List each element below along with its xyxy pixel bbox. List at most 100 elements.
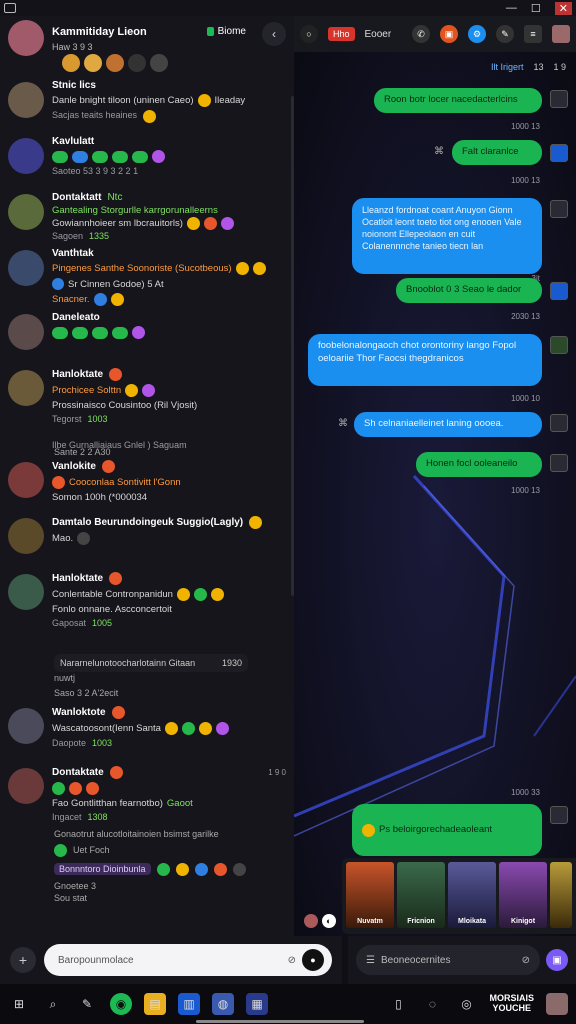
- contact-preview: Cooconlaa Sontivitt l'Gonn: [69, 477, 181, 488]
- reaction-row: [52, 150, 286, 163]
- contact-time: 1 9 0: [268, 768, 286, 777]
- format-icon[interactable]: ☰: [366, 955, 375, 966]
- sticker-thumbnail[interactable]: [550, 862, 572, 928]
- message-avatar: [550, 454, 568, 472]
- settings-icon[interactable]: ⚙: [468, 25, 486, 43]
- mic-icon[interactable]: ●: [302, 949, 324, 971]
- profile-name: Kammitiday Lieon: [52, 26, 147, 38]
- avatar: [8, 708, 44, 744]
- message-bubble[interactable]: Lleanzd fordnoat coant Anuyon Gionn Ocat…: [352, 198, 542, 274]
- chat-app-icon[interactable]: ◉: [110, 993, 132, 1015]
- store-app-icon[interactable]: ▥: [178, 993, 200, 1015]
- footer-tag[interactable]: Bonnntoro Dioinbunla: [54, 863, 151, 875]
- system-tray-label[interactable]: MORSIAIS YOUCHE: [489, 993, 534, 1014]
- live-badge[interactable]: Hho: [328, 27, 355, 41]
- footer-tag-row: Bonnntoro Dioinbunla: [0, 858, 294, 880]
- read-receipt-icon: ◐: [322, 914, 336, 928]
- contact-meta: Sagoen: [52, 231, 84, 241]
- send-icon[interactable]: ▣: [546, 949, 568, 971]
- left-input-placeholder: Baropounmolace: [58, 954, 134, 966]
- sticker-thumbnail[interactable]: Fricnion: [397, 862, 445, 928]
- contact-item[interactable]: Damtalo Beurundoingeuk Suggio(Lagly) Mao…: [0, 516, 294, 572]
- attach-icon[interactable]: ⊘: [288, 955, 296, 966]
- left-message-input[interactable]: Baropounmolace ⊘ ●: [44, 944, 332, 976]
- emoji-icon: [193, 588, 207, 601]
- right-composer: ☰ Beoneocernites ⊘ ▣: [348, 936, 576, 984]
- message-avatar: [550, 90, 568, 108]
- profile-avatar[interactable]: [8, 20, 44, 56]
- message-bubble[interactable]: Ps beloirgorechadeaoleant: [352, 804, 542, 856]
- contact-item[interactable]: Wanloktote Wascatoosont(Ienn Santa Daopo…: [0, 706, 294, 766]
- contact-preview: Prochicee Solttn: [52, 385, 122, 396]
- emoji-icon: [203, 217, 217, 230]
- contact-item[interactable]: Stnic lics Danle bnight tiloon (uninen C…: [0, 80, 294, 136]
- chat-link[interactable]: Ilt Irigert: [491, 62, 524, 72]
- message-bubble[interactable]: Bnooblot 0 3 Seao le dador: [396, 278, 542, 303]
- contact-name: Kavlulatt: [52, 136, 95, 147]
- message-bubble[interactable]: foobelonalongaoch chot orontoriny lango …: [308, 334, 542, 386]
- chat-avatar[interactable]: [552, 25, 570, 43]
- files-icon[interactable]: ▤: [144, 993, 166, 1015]
- reaction-icon: [52, 326, 68, 339]
- message-bubble[interactable]: Falt claranlce: [452, 140, 542, 165]
- screen: — ☐ ✕ Kammitiday Lieon Haw 3 9 3 Biome ‹…: [0, 0, 576, 1024]
- contact-name: Hanloktate: [52, 573, 104, 584]
- emoji-icon: [362, 823, 375, 837]
- pen-icon[interactable]: ✎: [76, 993, 98, 1015]
- emoji-icon: [197, 94, 211, 107]
- contact-item[interactable]: Vanthtak Pingenes Santhe Soonoriste (Suc…: [0, 248, 294, 312]
- pin-icon[interactable]: ✎: [496, 25, 514, 43]
- game-app-icon[interactable]: ▦: [246, 993, 268, 1015]
- contact-item[interactable]: Dontaktate 1 9 0 Fao Gontlitthan fearnotb…: [0, 766, 294, 826]
- contact-preview-2: Fonlo onnane. Ascconcertoit: [52, 604, 172, 615]
- taskbar: ⊞ ⌕ ✎ ◉ ▤ ▥ ◍ ▦ ▯ ◌ ◎ MORSIAIS YOUCHE: [0, 984, 576, 1024]
- contact-item[interactable]: Hanloktate Prochicee Solttn Prossinaisco…: [0, 368, 294, 450]
- sticker-thumbnail[interactable]: Kinigot: [499, 862, 547, 928]
- volume-icon[interactable]: ◎: [455, 993, 477, 1015]
- badge-icon: [84, 54, 102, 72]
- contact-item[interactable]: Dontaktatt Ntc Gantealing Storgurlle karr…: [0, 192, 294, 248]
- attachment-card[interactable]: Nararnelunotoocharlotainn Gitaan 1930: [54, 654, 248, 672]
- reaction-icon[interactable]: ⌘: [338, 418, 348, 429]
- message-avatar: [550, 144, 568, 162]
- message-avatar: [550, 336, 568, 354]
- contact-item[interactable]: Kavlulatt Saoteo 53 3 9 3 2 2 1: [0, 136, 294, 192]
- add-icon[interactable]: +: [10, 947, 36, 973]
- message-avatar: [550, 806, 568, 824]
- status-time: Sante 2 2 A30: [54, 447, 111, 457]
- browser-icon[interactable]: ◍: [212, 993, 234, 1015]
- minimize-button[interactable]: —: [506, 2, 517, 14]
- sender-avatar[interactable]: [304, 914, 318, 928]
- message-bubble[interactable]: Roon botr locer nacedacterlcins: [374, 88, 542, 113]
- maximize-button[interactable]: ☐: [531, 2, 541, 15]
- attachment-title: Nararnelunotoocharlotainn Gitaan: [60, 658, 196, 668]
- sticker-thumbnail[interactable]: Nuvatm: [346, 862, 394, 928]
- contact-item[interactable]: Daneleato: [0, 312, 294, 368]
- contact-item[interactable]: Hanloktate Conlentable Contronpanidun Fo…: [0, 572, 294, 654]
- message-text: Ps beloirgorechadeaoleant: [379, 823, 493, 835]
- search-icon[interactable]: ⌕: [42, 993, 64, 1015]
- reaction-icon[interactable]: ⌘: [434, 146, 444, 157]
- user-avatar[interactable]: [546, 993, 568, 1015]
- contact-item[interactable]: Vanlokite Cooconlaa Sontivitt l'Gonn Som…: [0, 460, 294, 516]
- message-bubble[interactable]: Sh celnaniaelleinet laning oooea.: [354, 412, 542, 437]
- status-icon: [109, 572, 123, 585]
- contact-name: Hanloktate: [52, 369, 104, 380]
- status-tag[interactable]: Biome: [206, 26, 246, 37]
- record-icon[interactable]: ○: [300, 25, 318, 43]
- sticker-thumbnail[interactable]: Mloikata: [448, 862, 496, 928]
- menu-icon[interactable]: ≡: [524, 25, 542, 43]
- home-indicator[interactable]: [196, 1020, 364, 1023]
- store-icon[interactable]: ▣: [440, 25, 458, 43]
- contact-meta-count: 1308: [87, 812, 108, 822]
- phone-icon[interactable]: ✆: [412, 25, 430, 43]
- attach-icon[interactable]: ⊘: [522, 955, 530, 966]
- reaction-icon: [132, 150, 148, 163]
- back-chevron-icon[interactable]: ‹: [262, 22, 286, 46]
- close-button[interactable]: ✕: [554, 1, 572, 15]
- right-message-input[interactable]: ☰ Beoneocernites ⊘: [356, 945, 540, 975]
- avatar: [8, 518, 44, 554]
- message-bubble[interactable]: Honen focl ooleaneilo: [416, 452, 542, 477]
- footer-line: Gonaotrut alucotloitainoien bsimst garil…: [0, 826, 294, 842]
- start-icon[interactable]: ⊞: [8, 993, 30, 1015]
